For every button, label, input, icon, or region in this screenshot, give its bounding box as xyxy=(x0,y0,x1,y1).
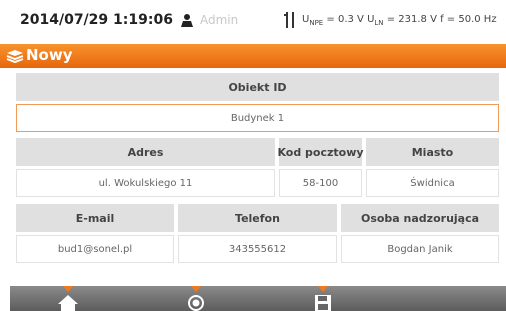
record-icon[interactable] xyxy=(185,294,207,311)
save-icon[interactable] xyxy=(312,294,334,311)
email-label: E-mail xyxy=(16,204,174,232)
title-bar: Nowy xyxy=(0,44,506,68)
datetime: 2014/07/29 1:19:06 xyxy=(20,12,173,28)
home-icon[interactable] xyxy=(57,294,79,311)
bottom-toolbar xyxy=(10,286,506,311)
email-field[interactable]: bud1@sonel.pl xyxy=(16,235,174,263)
record-marker xyxy=(191,286,201,292)
city-label: Miasto xyxy=(366,138,499,166)
object-id-field[interactable]: Budynek 1 xyxy=(16,104,499,132)
status-bar: 2014/07/29 1:19:06 Admin UNPE = 0.3 V UL… xyxy=(0,0,506,40)
home-marker xyxy=(63,286,73,292)
phone-field[interactable]: 343555612 xyxy=(178,235,337,263)
supervisor-field[interactable]: Bogdan Janik xyxy=(341,235,499,263)
add-object-icon xyxy=(6,50,24,64)
city-field[interactable]: Świdnica xyxy=(366,169,499,197)
postal-code-label: Kod pocztowy xyxy=(277,138,364,166)
postal-code-field[interactable]: 58-100 xyxy=(279,169,362,197)
user-icon xyxy=(181,14,193,27)
measurements-readout: UNPE = 0.3 V ULN = 231.8 V f = 50.0 Hz xyxy=(302,14,497,27)
page-title: Nowy xyxy=(26,46,73,64)
probe-icon xyxy=(284,12,294,28)
object-id-label: Obiekt ID xyxy=(16,73,499,101)
supervisor-label: Osoba nadzorująca xyxy=(341,204,499,232)
address-field[interactable]: ul. Wokulskiego 11 xyxy=(16,169,275,197)
user-name: Admin xyxy=(200,13,239,27)
address-label: Adres xyxy=(16,138,275,166)
save-marker xyxy=(318,286,328,292)
phone-label: Telefon xyxy=(178,204,337,232)
